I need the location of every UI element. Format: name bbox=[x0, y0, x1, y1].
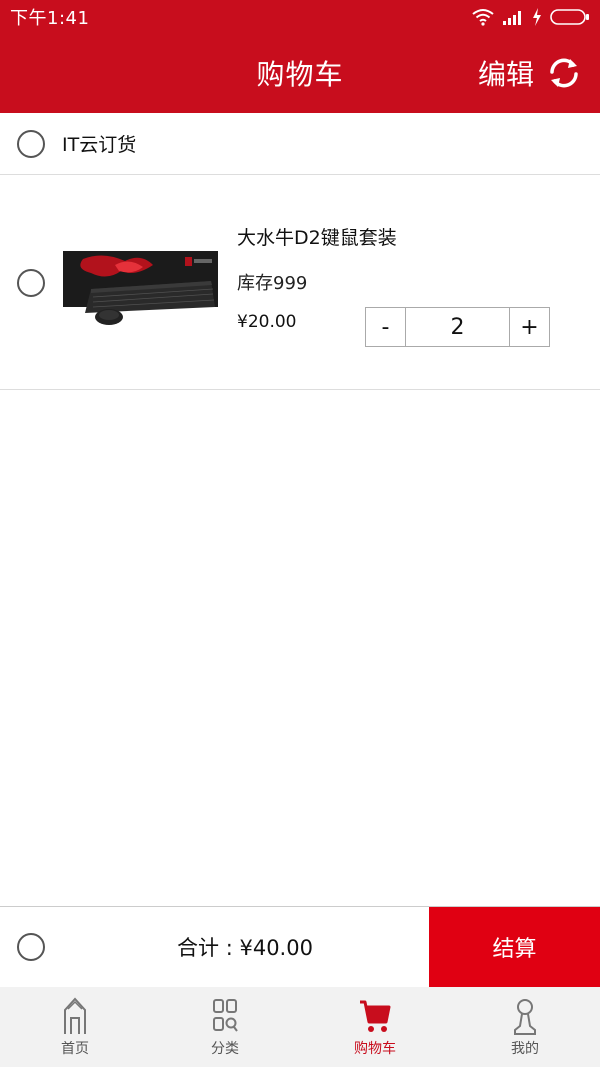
wifi-icon bbox=[472, 8, 494, 26]
signal-icon bbox=[503, 10, 521, 25]
nav-label-home: 首页 bbox=[61, 1041, 89, 1057]
nav-item-cart[interactable]: 购物车 bbox=[300, 987, 450, 1067]
charging-icon bbox=[533, 7, 541, 26]
product-price: ¥20.00 bbox=[237, 312, 297, 332]
quantity-input[interactable]: 2 bbox=[406, 308, 509, 346]
category-icon bbox=[213, 999, 238, 1032]
status-time: 下午1:41 bbox=[10, 7, 90, 29]
store-row: IT云订货 bbox=[0, 113, 600, 175]
checkout-button[interactable]: 结算 bbox=[429, 907, 600, 987]
increase-quantity-button[interactable]: + bbox=[509, 308, 549, 346]
home-icon bbox=[64, 997, 86, 1034]
product-name: 大水牛D2键鼠套装 bbox=[237, 227, 397, 249]
cart-item: 大水牛D2键鼠套装 库存999 ¥20.00 - 2 + bbox=[0, 175, 600, 390]
decrease-quantity-button[interactable]: - bbox=[366, 308, 406, 346]
nav-label-cart: 购物车 bbox=[354, 1041, 396, 1057]
edit-button[interactable]: 编辑 bbox=[478, 33, 534, 113]
battery-icon bbox=[550, 8, 589, 25]
product-stock: 库存999 bbox=[237, 273, 308, 294]
nav-label-profile: 我的 bbox=[511, 1041, 539, 1057]
status-icons bbox=[472, 7, 590, 26]
summary-bar: 合计 : ¥40.00 结算 bbox=[0, 906, 600, 987]
nav-item-category[interactable]: 分类 bbox=[150, 987, 300, 1067]
cart-screen: 下午1:41 购物车 编辑 IT云订货 大水牛D2键鼠套装 库存999 ¥20.… bbox=[0, 0, 600, 1067]
quantity-stepper: - 2 + bbox=[365, 307, 550, 347]
nav-label-category: 分类 bbox=[211, 1041, 239, 1057]
status-bar: 下午1:41 bbox=[0, 0, 600, 33]
refresh-icon[interactable] bbox=[546, 55, 582, 91]
nav-item-profile[interactable]: 我的 bbox=[450, 987, 600, 1067]
store-name: IT云订货 bbox=[62, 134, 137, 156]
header: 购物车 编辑 bbox=[0, 33, 600, 113]
total-price: 合计 : ¥40.00 bbox=[177, 936, 313, 960]
cart-icon bbox=[360, 1000, 391, 1032]
profile-icon bbox=[514, 999, 536, 1035]
item-select-radio[interactable] bbox=[17, 269, 45, 297]
nav-item-home[interactable]: 首页 bbox=[0, 987, 150, 1067]
select-all-radio[interactable] bbox=[17, 933, 45, 961]
bottom-nav: 首页 分类 购物车 我的 bbox=[0, 987, 600, 1067]
store-select-radio[interactable] bbox=[17, 129, 45, 158]
keyboard-mouse-product-image bbox=[63, 251, 218, 325]
